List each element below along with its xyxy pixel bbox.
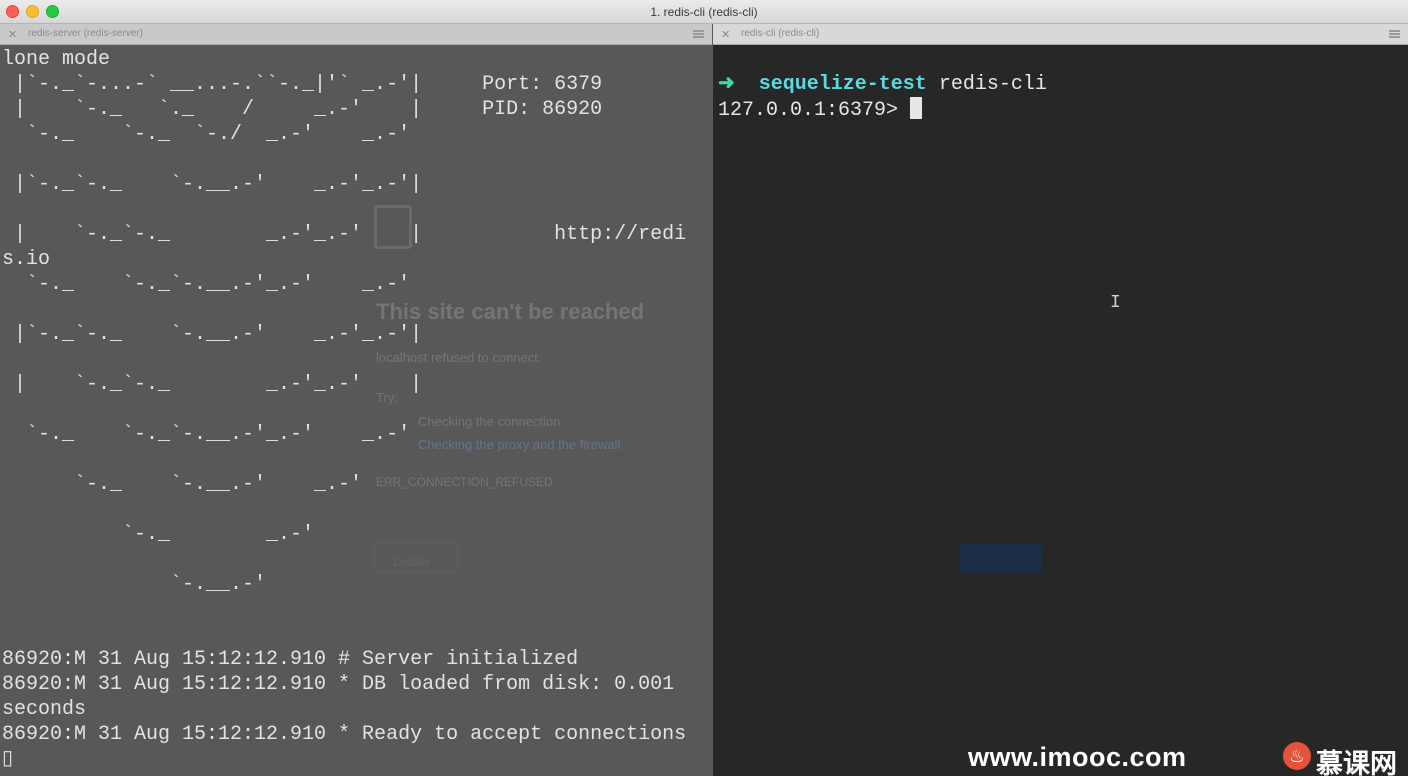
redis-cli-terminal-pane[interactable]: ➜ sequelize-test redis-cli 127.0.0.1:637… — [713, 45, 1408, 776]
tab-label: redis-server (redis-server) — [28, 28, 144, 39]
window-titlebar[interactable]: 1. redis-cli (redis-cli) — [0, 0, 1408, 24]
prompt-arrow-icon: ➜ — [718, 73, 735, 96]
tab-redis-server[interactable]: ✕ redis-server (redis-server) — [0, 24, 712, 45]
redis-server-terminal-pane[interactable]: This site can't be reached localhost ref… — [0, 45, 712, 776]
shell-prompt-line: ➜ sequelize-test redis-cli 127.0.0.1:637… — [718, 47, 1047, 148]
watermark-site: www.imooc.com — [968, 742, 1187, 772]
ibeam-cursor-icon: I — [1110, 293, 1121, 313]
tab-redis-cli[interactable]: ✕ redis-cli (redis-cli) — [713, 24, 1408, 45]
window-title: 1. redis-cli (redis-cli) — [650, 5, 758, 19]
tab-menu-icon[interactable] — [1389, 30, 1400, 38]
prompt-command: redis-cli — [926, 73, 1047, 96]
text-cursor — [910, 97, 923, 119]
prompt-directory: sequelize-test — [758, 73, 927, 96]
ghost-reload-button — [960, 543, 1042, 574]
close-tab-icon[interactable]: ✕ — [8, 28, 17, 41]
redis-server-output: lone mode |`-._`-...-` __...-.``-._|'` _… — [2, 48, 687, 771]
tab-label: redis-cli (redis-cli) — [741, 28, 820, 39]
watermark-logo-text: 慕课网 — [1316, 749, 1397, 776]
imooc-flame-icon: ♨ — [1283, 742, 1311, 770]
close-tab-icon[interactable]: ✕ — [721, 28, 730, 41]
redis-cli-prompt: 127.0.0.1:6379> — [718, 99, 911, 122]
tab-menu-icon[interactable] — [693, 30, 704, 38]
